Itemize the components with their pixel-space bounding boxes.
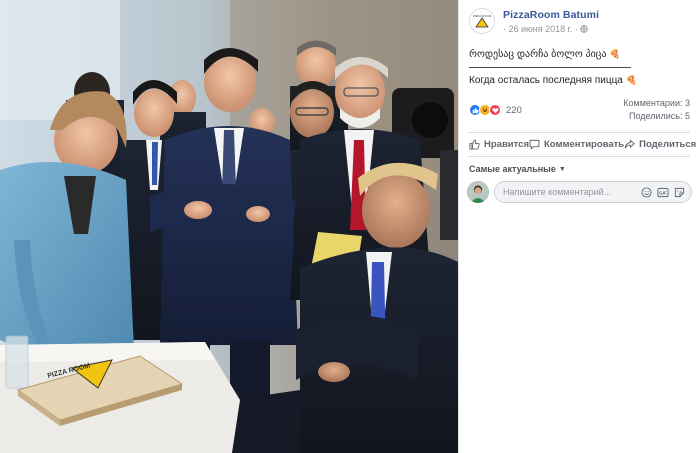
svg-text:PIZZA ROOM: PIZZA ROOM xyxy=(473,14,492,18)
caret-down-icon: ▼ xyxy=(558,165,566,173)
comment-input-placeholder: Напишите комментарий... xyxy=(503,187,612,198)
photo-illustration: PIZZA ROOM xyxy=(0,0,458,453)
post-stats: 220 Комментарии: 3 Поделились: 5 xyxy=(459,87,700,123)
like-button[interactable]: Нравится xyxy=(469,139,529,150)
pizza-logo-icon: PIZZA ROOM xyxy=(473,14,492,28)
reactions-summary[interactable]: 220 xyxy=(469,97,522,123)
comment-button-label: Комментировать xyxy=(543,139,625,151)
post-sidebar: PIZZA ROOM PizzaRoom Batumi · 26 июня 20… xyxy=(458,0,700,453)
comment-composer: Напишите комментарий... GIF xyxy=(459,174,700,204)
comment-icon xyxy=(529,140,540,150)
post-text-russian-value: Когда осталась последняя пицца xyxy=(469,75,623,86)
globe-icon xyxy=(580,25,589,33)
emoji-icon[interactable] xyxy=(641,187,652,198)
gif-icon[interactable]: GIF xyxy=(657,187,669,198)
post-text-georgian-value: როდესაც დარჩა ბოლო პიცა xyxy=(469,49,607,60)
share-button[interactable]: Поделиться xyxy=(624,139,696,150)
user-photo-icon xyxy=(467,181,489,204)
post-viewer: PIZZA ROOM PIZZA ROOM PizzaRoom Batumi ·… xyxy=(0,0,700,453)
comment-button[interactable]: Комментировать xyxy=(529,139,624,150)
shares-count-link[interactable]: Поделились: 5 xyxy=(623,110,690,123)
sticker-icon[interactable] xyxy=(674,187,685,198)
post-text-georgian: როდესაც დარჩა ბოლო პიცა 🍕 xyxy=(469,48,690,61)
post-counters: Комментарии: 3 Поделились: 5 xyxy=(623,97,690,123)
post-actions-bar: Нравится Комментировать Поделиться xyxy=(469,132,696,158)
like-button-label: Нравится xyxy=(484,139,529,151)
post-text-russian: Когда осталась последняя пицца 🍕 xyxy=(469,74,690,87)
reaction-count: 220 xyxy=(506,104,522,116)
post-date[interactable]: · 26 июня 2018 г. · xyxy=(503,24,599,34)
comment-sort-dropdown[interactable]: Самые актуальные ▼ xyxy=(459,157,700,174)
post-photo[interactable]: PIZZA ROOM xyxy=(0,0,458,453)
share-arrow-icon xyxy=(624,139,635,149)
user-avatar[interactable] xyxy=(467,181,489,204)
comment-sort-label: Самые актуальные xyxy=(469,164,556,175)
svg-text:GIF: GIF xyxy=(659,190,667,195)
pizza-emoji-icon: 🍕 xyxy=(625,75,637,85)
page-name-link[interactable]: PizzaRoom Batumi xyxy=(503,9,599,21)
post-body: როდესაც დარჩა ბოლო პიცა 🍕 Когда осталась… xyxy=(459,34,700,87)
pizza-emoji-icon: 🍕 xyxy=(609,49,621,59)
page-avatar[interactable]: PIZZA ROOM xyxy=(469,8,495,34)
text-divider xyxy=(469,67,631,68)
post-date-text: · 26 июня 2018 г. · xyxy=(503,24,578,34)
share-button-label: Поделиться xyxy=(639,139,697,151)
love-icon xyxy=(489,104,501,117)
comment-input[interactable]: Напишите комментарий... GIF xyxy=(494,181,692,204)
post-header: PIZZA ROOM PizzaRoom Batumi · 26 июня 20… xyxy=(459,0,700,34)
comments-count-link[interactable]: Комментарии: 3 xyxy=(623,97,690,110)
thumbs-up-icon xyxy=(469,139,480,150)
